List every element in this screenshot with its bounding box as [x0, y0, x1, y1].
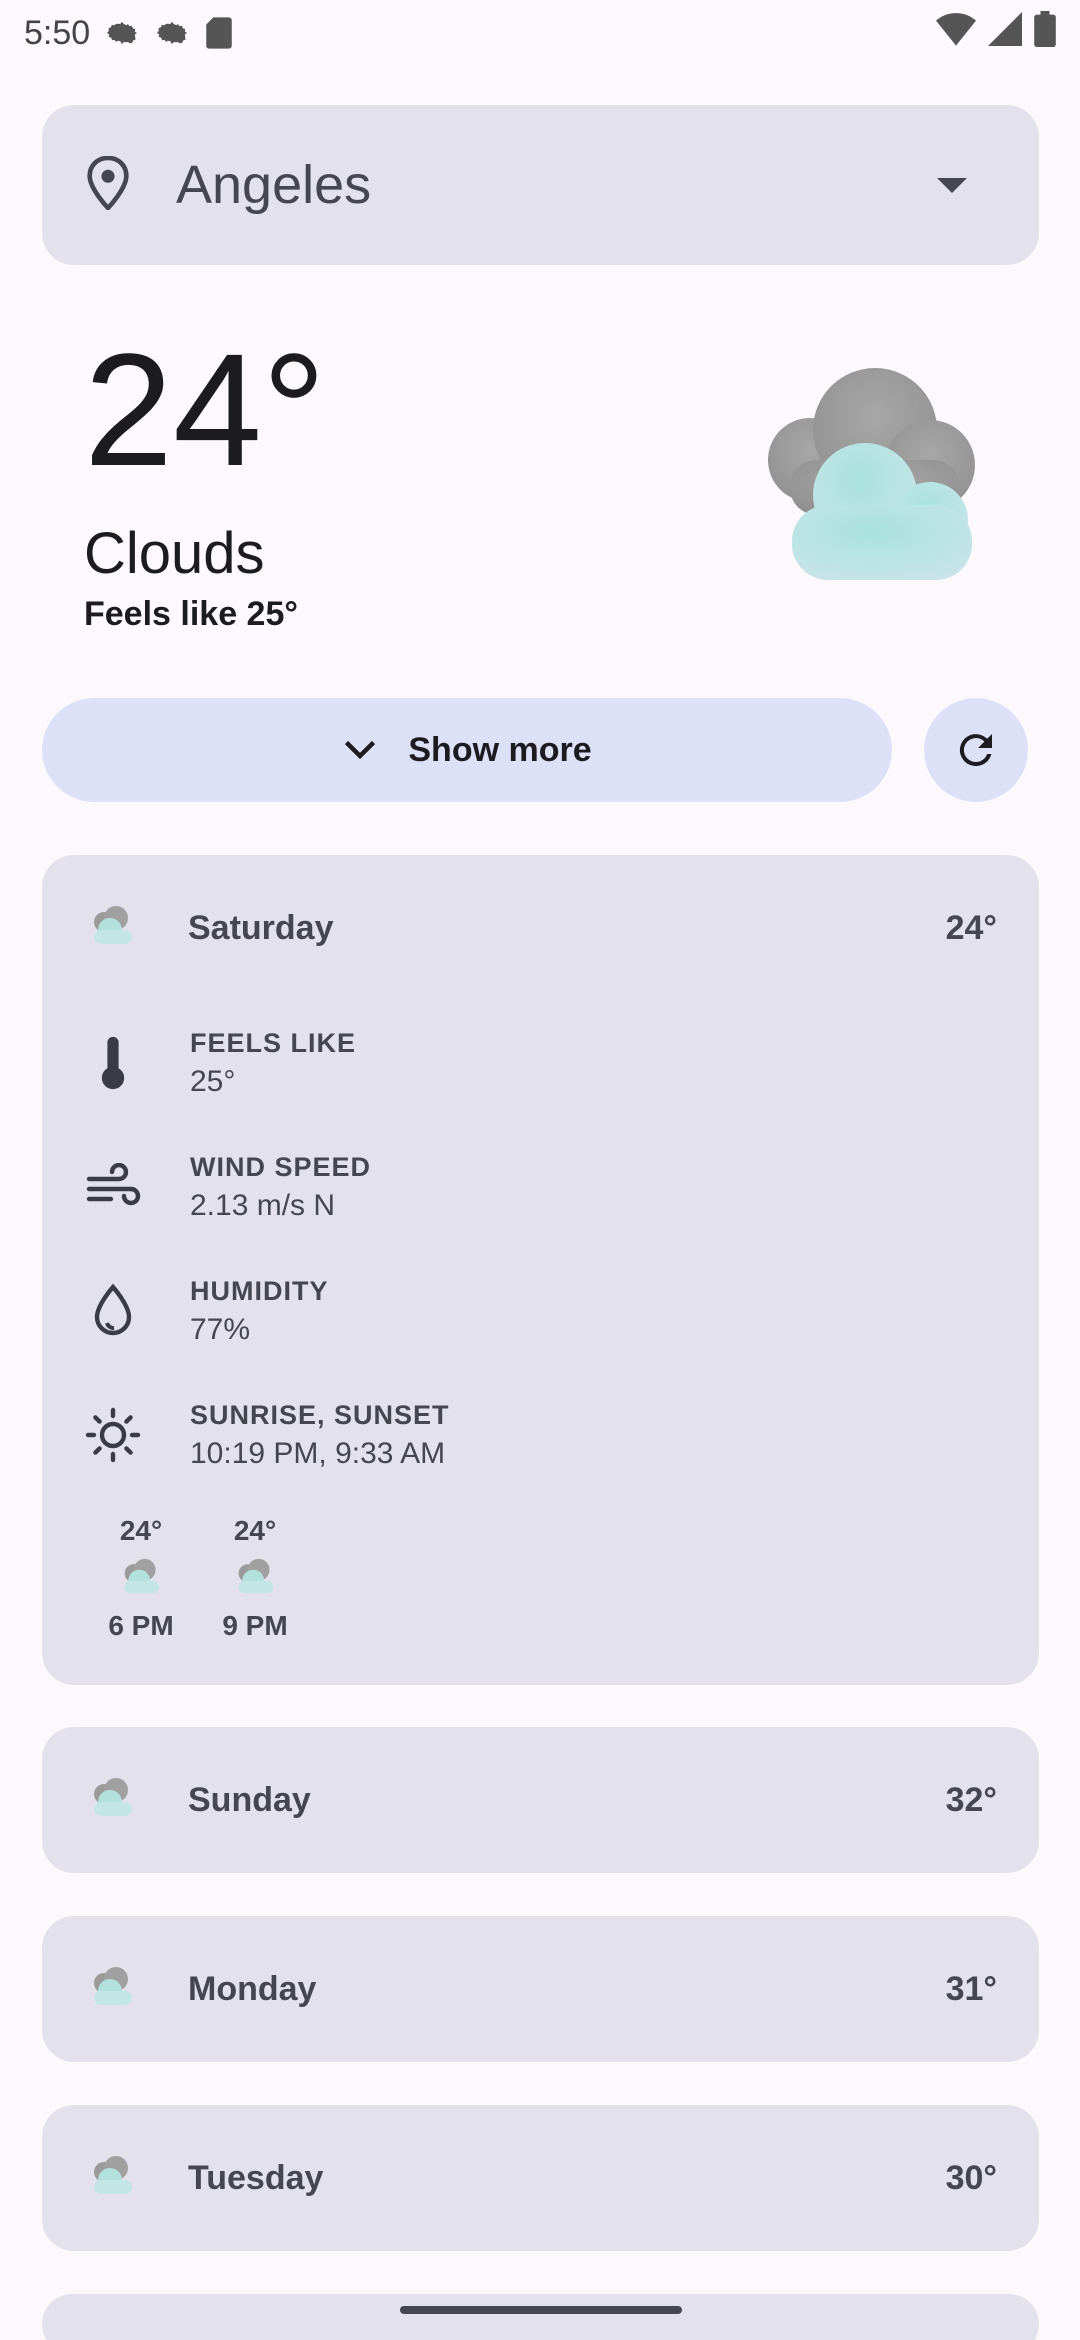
status-time: 5:50	[24, 13, 91, 52]
settings-gear-icon-2	[154, 15, 190, 51]
detail-wind-speed: WIND SPEED 2.13 m/s N	[42, 1125, 1039, 1249]
hourly-temp: 24°	[233, 1515, 277, 1546]
day-temperature: 32°	[945, 1780, 997, 1819]
day-name: Saturday	[188, 908, 334, 947]
hourly-time: 9 PM	[222, 1610, 288, 1641]
hourly-time: 6 PM	[108, 1610, 174, 1641]
location-value: Angeles	[176, 155, 372, 215]
day-name: Tuesday	[188, 2158, 324, 2197]
day-temperature: 30°	[945, 2158, 997, 2197]
sd-card-icon	[204, 16, 234, 50]
hourly-item: 24° 9 PM	[198, 1515, 312, 1642]
current-temperature: 24°	[84, 320, 326, 499]
cloud-icon	[84, 904, 140, 953]
forecast-card-tuesday[interactable]: Tuesday 30°	[42, 2105, 1039, 2251]
current-feels-like: Feels like 25°	[84, 595, 298, 633]
wifi-icon	[936, 12, 976, 55]
detail-feels-like: FEELS LIKE 25°	[42, 1001, 1039, 1125]
day-temperature: 31°	[945, 1969, 997, 2008]
status-bar: 5:50	[0, 0, 1080, 66]
detail-label: SUNRISE, SUNSET	[190, 1399, 450, 1430]
day-name: Monday	[188, 1969, 317, 2008]
forecast-card-monday[interactable]: Monday 31°	[42, 1916, 1039, 2062]
day-row[interactable]: Monday 31°	[42, 1916, 1039, 2062]
day-name: Sunday	[188, 1780, 311, 1819]
cloud-icon	[730, 355, 1010, 600]
cloud-icon	[84, 2154, 140, 2203]
home-indicator[interactable]	[400, 2306, 682, 2314]
sun-icon	[84, 1407, 142, 1463]
detail-value: 10:19 PM, 9:33 AM	[190, 1436, 446, 1470]
dropdown-arrow-icon	[937, 177, 967, 193]
detail-value: 77%	[190, 1312, 251, 1346]
day-temperature: 24°	[945, 908, 997, 947]
wind-icon	[84, 1163, 142, 1211]
thermometer-icon	[84, 1035, 142, 1091]
hourly-item: 24° 6 PM	[84, 1515, 198, 1642]
day-row[interactable]: Sunday 32°	[42, 1727, 1039, 1873]
settings-gear-icon	[104, 15, 140, 51]
location-dropdown[interactable]: Angeles	[42, 105, 1039, 265]
forecast-card-sunday[interactable]: Sunday 32°	[42, 1727, 1039, 1873]
detail-sunrise-sunset: SUNRISE, SUNSET 10:19 PM, 9:33 AM	[42, 1373, 1039, 1497]
detail-value: 25°	[190, 1064, 236, 1098]
today-forecast-card[interactable]: Saturday 24° FEELS LIKE 25° WIND SPEED 2…	[42, 855, 1039, 1685]
refresh-icon	[959, 734, 992, 767]
day-row-today[interactable]: Saturday 24°	[42, 855, 1039, 1001]
chevron-down-icon	[345, 740, 376, 760]
current-weather: 24° Clouds Feels like 25°	[84, 330, 326, 634]
detail-label: FEELS LIKE	[190, 1027, 357, 1058]
detail-label: HUMIDITY	[190, 1275, 329, 1306]
detail-humidity: HUMIDITY 77%	[42, 1249, 1039, 1373]
hourly-temp: 24°	[119, 1515, 163, 1546]
forecast-card-partial[interactable]	[42, 2294, 1039, 2340]
cloud-icon	[84, 1965, 140, 2014]
show-more-button[interactable]: Show more	[42, 698, 892, 802]
refresh-button[interactable]	[924, 698, 1028, 802]
battery-icon	[1034, 10, 1056, 56]
location-pin-icon	[84, 155, 132, 215]
cloud-icon	[229, 1557, 281, 1602]
signal-icon	[988, 11, 1022, 55]
detail-label: WIND SPEED	[190, 1151, 372, 1182]
humidity-icon	[84, 1283, 142, 1339]
show-more-label: Show more	[408, 730, 592, 769]
hourly-forecast: 24° 6 PM 24° 9 PM	[42, 1515, 1039, 1642]
cloud-icon	[84, 1776, 140, 1825]
cloud-icon	[115, 1557, 167, 1602]
detail-value: 2.13 m/s N	[190, 1188, 336, 1222]
current-condition: Clouds	[84, 521, 265, 586]
day-row[interactable]: Tuesday 30°	[42, 2105, 1039, 2251]
